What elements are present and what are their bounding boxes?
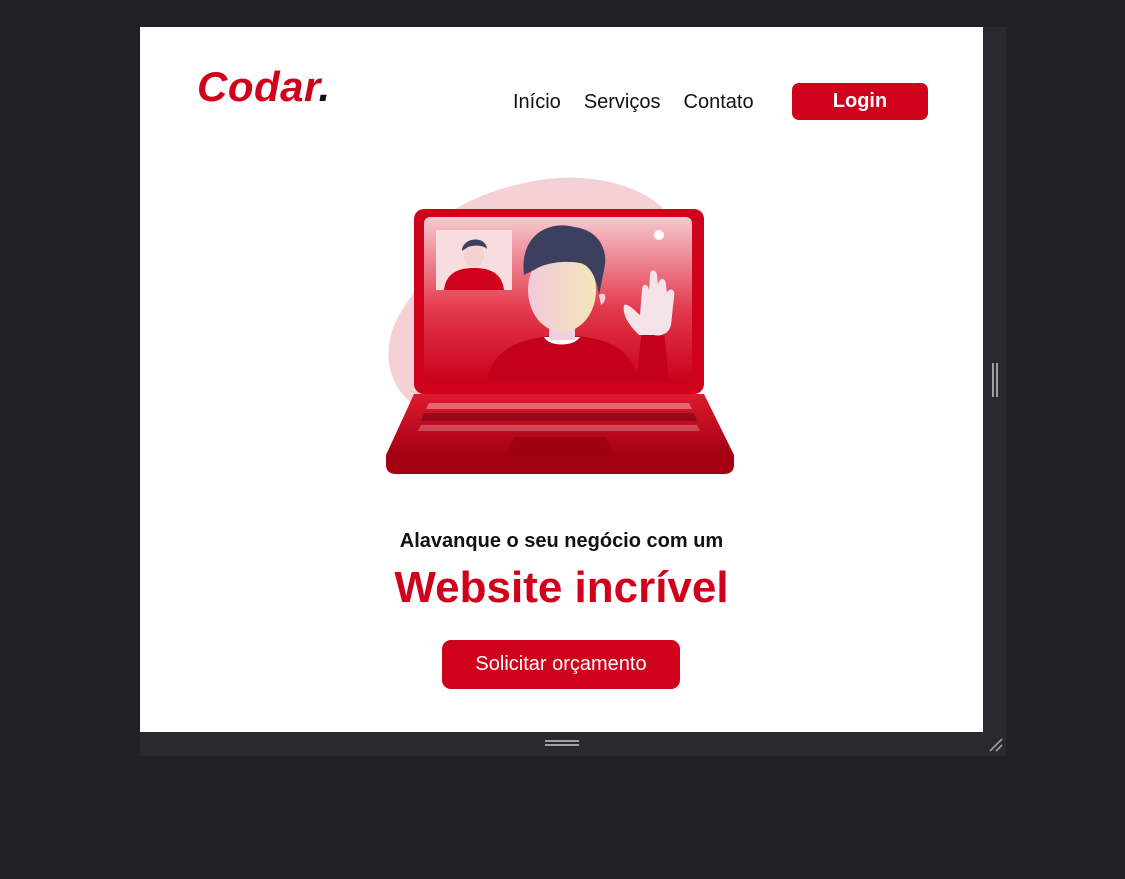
website-page: Codar. Início Serviços Contato Login Ala… [140,27,983,732]
laptop-video-call-illustration [386,177,734,474]
login-button[interactable]: Login [792,83,928,120]
nav-link-servicos[interactable]: Serviços [584,91,661,114]
logo-dot: . [318,63,331,110]
request-quote-button[interactable]: Solicitar orçamento [442,640,680,689]
resize-handle-icon[interactable] [545,740,579,748]
nav-link-inicio[interactable]: Início [513,91,561,114]
nav-link-contato[interactable]: Contato [684,91,754,114]
hero-headline: Website incrível [394,563,729,612]
resize-handle-icon[interactable] [991,363,999,397]
logo[interactable]: Codar. [197,63,331,111]
hero-tagline: Alavanque o seu negócio com um [399,530,724,552]
resize-corner-icon[interactable] [986,735,1004,753]
preview-frame: Codar. Início Serviços Contato Login Ala… [140,27,1006,756]
main-nav: Início Serviços Contato [513,83,777,121]
